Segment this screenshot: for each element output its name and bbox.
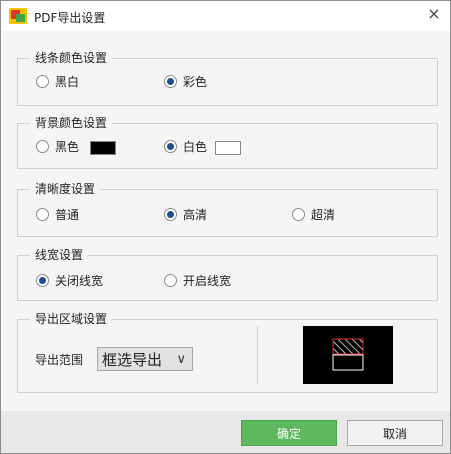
export-area-legend: 导出区域设置 bbox=[30, 311, 113, 327]
line-color-legend: 线条颜色设置 bbox=[30, 50, 113, 66]
radio-checked-icon bbox=[164, 75, 177, 88]
export-range-select[interactable]: 框选导出 ∨ bbox=[97, 347, 193, 371]
clarity-normal-label: 普通 bbox=[55, 208, 80, 222]
line-color-color-radio[interactable]: 彩色 bbox=[164, 74, 207, 90]
line-width-on-radio[interactable]: 开启线宽 bbox=[164, 273, 231, 289]
selection-preview-icon bbox=[332, 338, 364, 371]
line-color-color-label: 彩色 bbox=[183, 75, 208, 89]
bg-color-black-label: 黑色 bbox=[55, 140, 80, 154]
clarity-uhd-label: 超清 bbox=[311, 208, 336, 222]
radio-unchecked-icon bbox=[292, 208, 305, 221]
white-swatch bbox=[215, 141, 241, 155]
export-range-value: 框选导出 bbox=[102, 351, 163, 369]
export-area-group: 导出区域设置 导出范围 框选导出 ∨ bbox=[17, 311, 438, 393]
bg-color-white-radio[interactable]: 白色 bbox=[164, 139, 207, 155]
clarity-group: 清晰度设置 普通 高清 超清 bbox=[17, 181, 438, 237]
clarity-uhd-radio[interactable]: 超清 bbox=[292, 207, 335, 223]
export-area-preview bbox=[303, 326, 393, 384]
ok-button[interactable]: 确定 bbox=[241, 420, 337, 446]
close-icon[interactable]: × bbox=[424, 5, 444, 25]
line-width-legend: 线宽设置 bbox=[30, 247, 89, 263]
clarity-legend: 清晰度设置 bbox=[30, 181, 101, 197]
line-width-on-label: 开启线宽 bbox=[183, 274, 232, 288]
bg-color-legend: 背景颜色设置 bbox=[30, 115, 113, 131]
clarity-normal-radio[interactable]: 普通 bbox=[36, 207, 79, 223]
clarity-hd-radio[interactable]: 高清 bbox=[164, 207, 207, 223]
cancel-button[interactable]: 取消 bbox=[347, 420, 443, 446]
clarity-hd-label: 高清 bbox=[183, 208, 208, 222]
radio-unchecked-icon bbox=[36, 140, 49, 153]
bg-color-black-radio[interactable]: 黑色 bbox=[36, 139, 79, 155]
radio-unchecked-icon bbox=[164, 274, 177, 287]
app-logo-icon bbox=[9, 8, 27, 24]
title-bar: PDF导出设置 × bbox=[1, 1, 450, 31]
radio-checked-icon bbox=[164, 140, 177, 153]
line-color-bw-radio[interactable]: 黑白 bbox=[36, 74, 79, 90]
line-width-group: 线宽设置 关闭线宽 开启线宽 bbox=[17, 247, 438, 301]
pdf-export-dialog: PDF导出设置 × 线条颜色设置 黑白 彩色 背景颜色设置 黑色 白色 清晰度设… bbox=[0, 0, 451, 454]
radio-unchecked-icon bbox=[36, 208, 49, 221]
bg-color-white-label: 白色 bbox=[183, 140, 208, 154]
chevron-down-icon: ∨ bbox=[176, 352, 186, 367]
export-range-label: 导出范围 bbox=[35, 353, 84, 367]
black-swatch bbox=[90, 141, 116, 155]
dialog-footer: 确定 取消 bbox=[1, 411, 450, 453]
dialog-title: PDF导出设置 bbox=[34, 11, 106, 25]
line-color-bw-label: 黑白 bbox=[55, 75, 80, 89]
line-color-group: 线条颜色设置 黑白 彩色 bbox=[17, 50, 438, 106]
line-width-off-radio[interactable]: 关闭线宽 bbox=[36, 273, 103, 289]
radio-unchecked-icon bbox=[36, 75, 49, 88]
radio-checked-icon bbox=[164, 208, 177, 221]
radio-checked-icon bbox=[36, 274, 49, 287]
line-width-off-label: 关闭线宽 bbox=[55, 274, 104, 288]
bg-color-group: 背景颜色设置 黑色 白色 bbox=[17, 115, 438, 169]
export-area-divider bbox=[257, 326, 258, 384]
